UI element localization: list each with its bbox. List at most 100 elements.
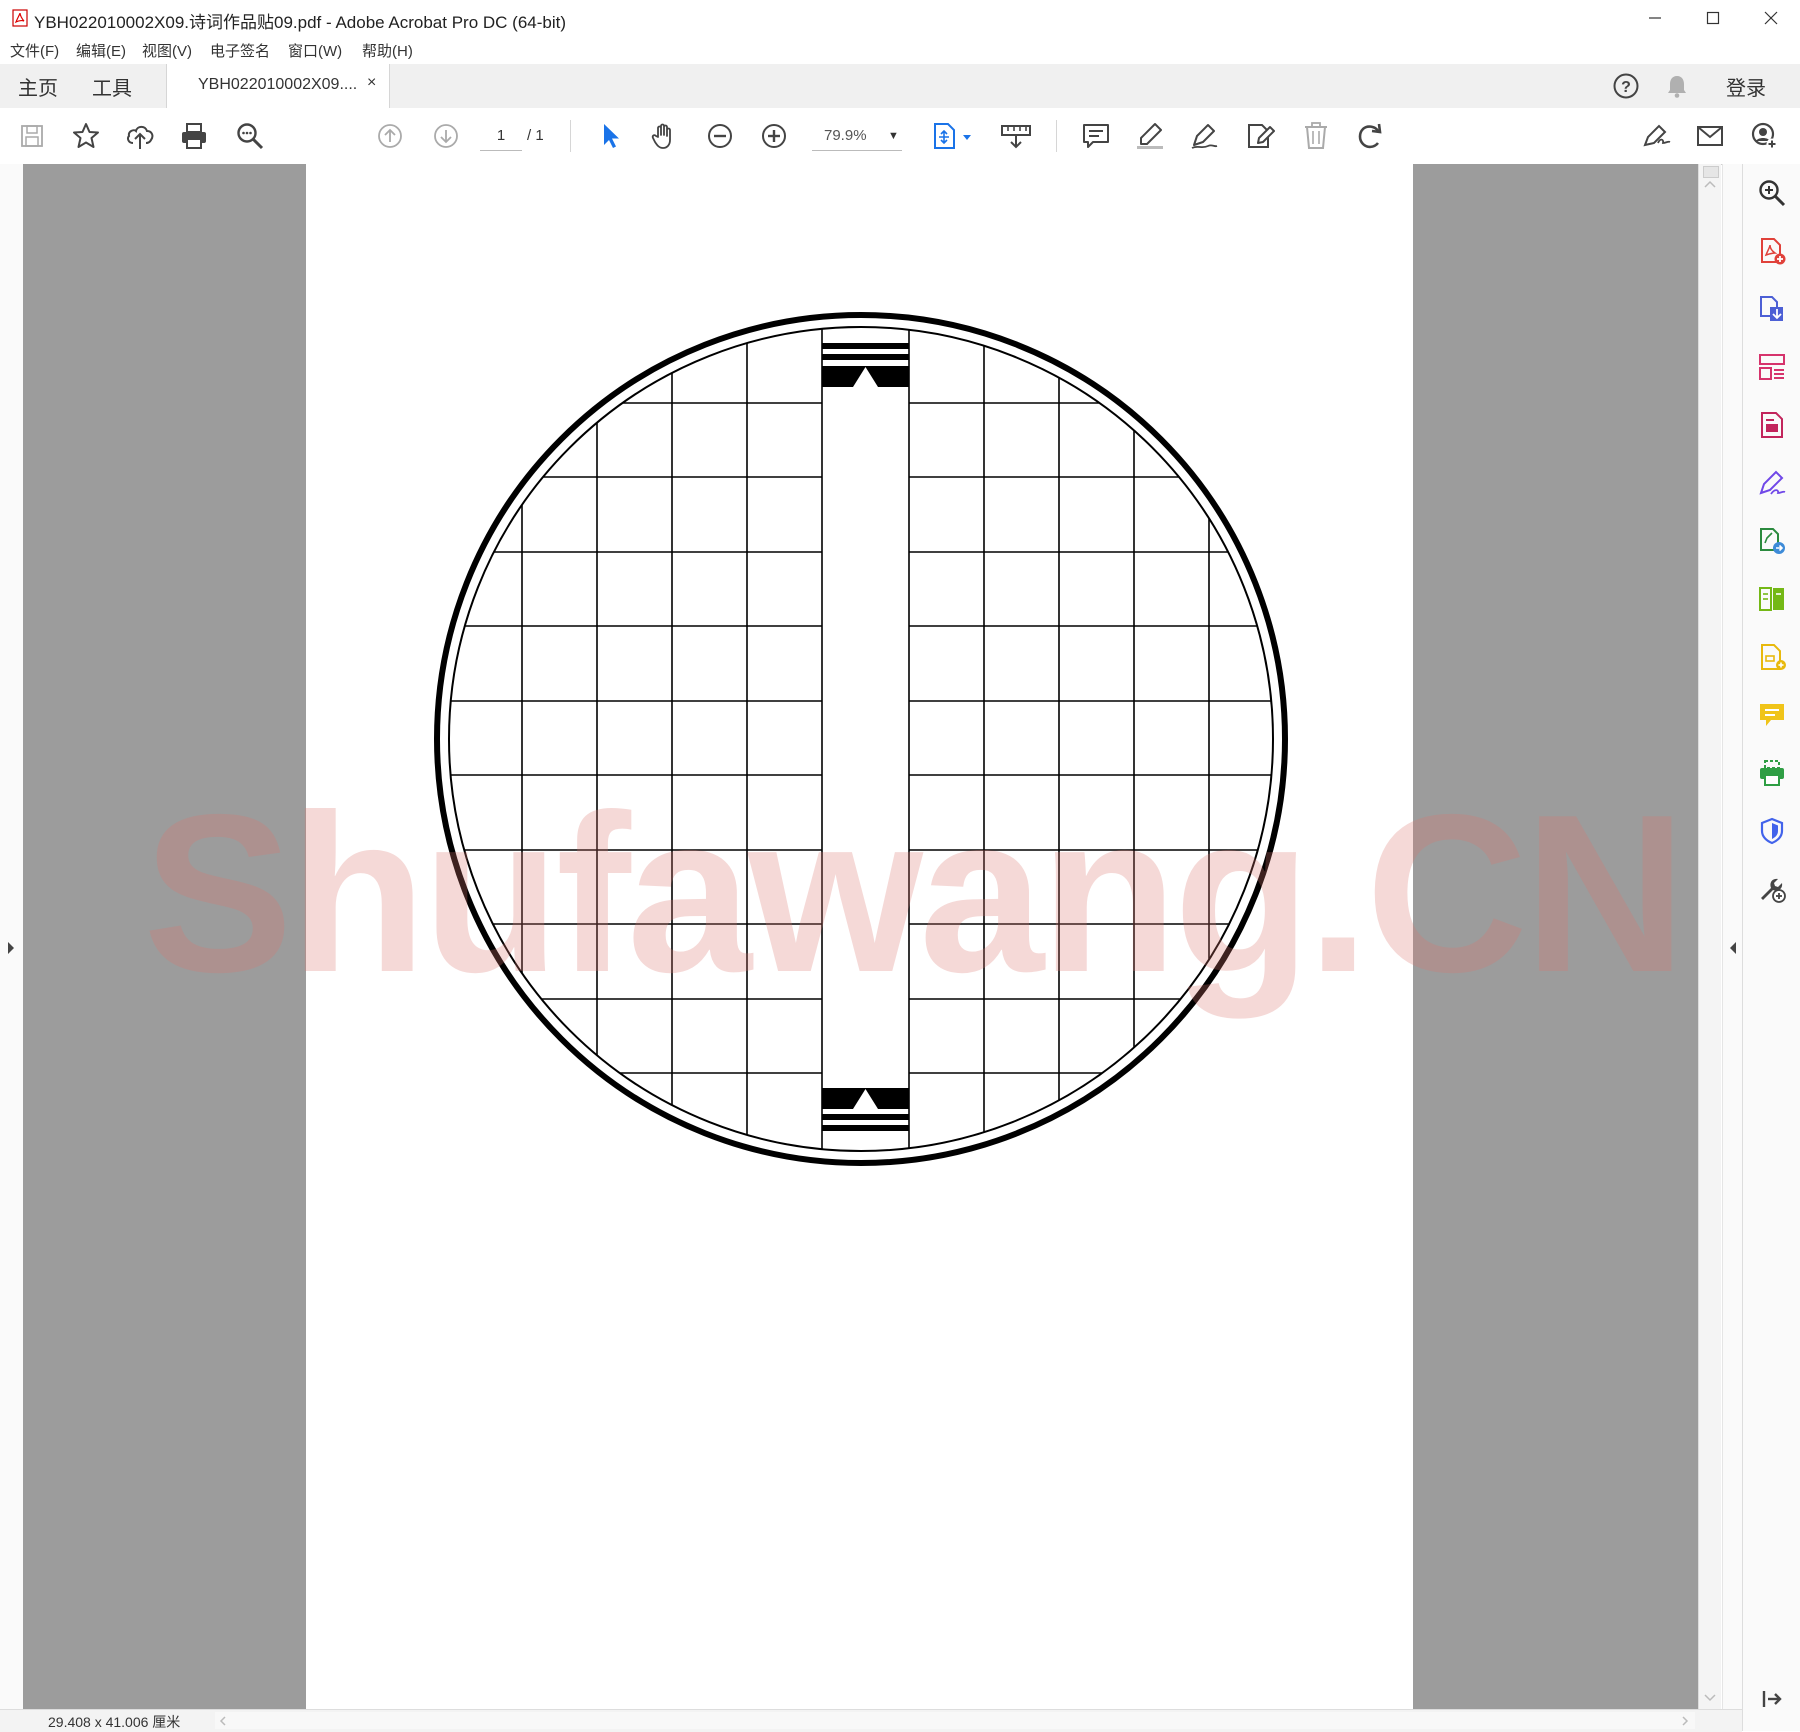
column-bottom-ornament xyxy=(822,1088,909,1131)
trash-icon xyxy=(1305,122,1327,149)
maximize-button[interactable] xyxy=(1684,0,1742,36)
highlighter-icon xyxy=(1137,123,1163,149)
login-button[interactable]: 登录 xyxy=(1726,72,1766,101)
print-button[interactable] xyxy=(178,120,210,152)
previous-page-button[interactable] xyxy=(374,120,406,152)
tool-create-pdf[interactable] xyxy=(1757,236,1787,266)
share-user-button[interactable] xyxy=(1748,120,1780,152)
fill-sign-button[interactable] xyxy=(1640,120,1672,152)
minimize-button[interactable] xyxy=(1626,0,1684,36)
pdf-page xyxy=(306,164,1413,1709)
edit-document-icon xyxy=(1248,124,1275,148)
search-icon xyxy=(237,123,264,150)
menu-file[interactable]: 文件(F) xyxy=(10,40,59,61)
expand-left-panel-icon[interactable] xyxy=(6,940,16,956)
tool-export-pdf[interactable] xyxy=(1757,294,1787,324)
arrow-up-circle-icon xyxy=(378,124,402,148)
vertical-scrollbar[interactable] xyxy=(1698,164,1721,1709)
hand-tool-button[interactable] xyxy=(648,120,680,152)
highlight-button[interactable] xyxy=(1134,120,1166,152)
create-pdf-icon xyxy=(1761,238,1786,265)
save-icon xyxy=(21,125,43,147)
document-viewer[interactable]: Shufawang.CN xyxy=(23,164,1698,1709)
collapse-tools-pane-button[interactable] xyxy=(1757,1684,1787,1714)
menu-esign[interactable]: 电子签名 xyxy=(210,40,270,61)
zoom-in-button[interactable] xyxy=(758,120,790,152)
right-panel-collapse-strip xyxy=(1722,164,1743,1709)
tool-fill-sign[interactable] xyxy=(1757,468,1787,498)
tool-compare-files[interactable] xyxy=(1757,584,1787,614)
menu-window[interactable]: 窗口(W) xyxy=(288,40,342,61)
help-button[interactable]: ? xyxy=(1612,64,1640,108)
document-tab-close-button[interactable]: × xyxy=(367,74,376,92)
tab-home[interactable]: 主页 xyxy=(18,72,58,101)
menu-help[interactable]: 帮助(H) xyxy=(362,40,413,61)
comment-icon xyxy=(1760,704,1784,726)
save-button[interactable] xyxy=(16,120,48,152)
edit-pdf-icon xyxy=(1761,412,1783,438)
circular-grid-artwork xyxy=(434,312,1288,1166)
help-glyph: ? xyxy=(1621,79,1631,96)
scroll-left-icon[interactable] xyxy=(219,1716,227,1726)
tool-create-form[interactable] xyxy=(1757,642,1787,672)
document-tab-label: YBH022010002X09.... xyxy=(198,76,358,93)
select-tool-button[interactable] xyxy=(594,120,626,152)
measure-tool-button[interactable] xyxy=(998,120,1034,152)
arrow-down-circle-icon xyxy=(434,124,458,148)
delete-button[interactable] xyxy=(1300,120,1332,152)
find-button[interactable] xyxy=(234,120,266,152)
tool-edit-pdf[interactable] xyxy=(1757,410,1787,440)
bookmark-button[interactable] xyxy=(70,120,102,152)
minimize-icon xyxy=(1649,17,1661,19)
tool-print-production[interactable] xyxy=(1757,758,1787,788)
zoom-out-button[interactable] xyxy=(704,120,736,152)
tool-protect[interactable] xyxy=(1757,816,1787,846)
upload-cloud-button[interactable] xyxy=(124,120,156,152)
edit-text-button[interactable] xyxy=(1244,120,1276,152)
scroll-up-icon[interactable] xyxy=(1704,180,1716,188)
email-button[interactable] xyxy=(1694,120,1726,152)
draw-button[interactable] xyxy=(1188,120,1220,152)
scroll-right-icon[interactable] xyxy=(1681,1716,1689,1726)
toolbar-divider xyxy=(570,120,571,152)
grid-lines xyxy=(449,327,1273,1151)
cloud-upload-icon xyxy=(127,125,154,149)
tool-comment[interactable] xyxy=(1757,700,1787,730)
menu-bar: 文件(F) 编辑(E) 视图(V) 电子签名 窗口(W) 帮助(H) xyxy=(0,36,1800,65)
help-icon: ? xyxy=(1613,73,1639,99)
pen-icon xyxy=(1191,124,1218,149)
page-number-input[interactable]: 1 xyxy=(480,122,522,151)
tool-send-for-signature[interactable] xyxy=(1757,526,1787,556)
tool-more-tools[interactable] xyxy=(1757,874,1787,904)
tab-bar: 主页 工具 YBH022010002X09.... × ? 登录 xyxy=(0,64,1800,109)
comment-icon xyxy=(1083,124,1109,148)
star-icon xyxy=(73,123,99,148)
notifications-button[interactable] xyxy=(1664,64,1690,108)
next-page-button[interactable] xyxy=(430,120,462,152)
page-fit-button[interactable] xyxy=(930,120,974,152)
chevron-down-icon: ▼ xyxy=(888,130,899,142)
collapse-right-panel-icon[interactable] xyxy=(1728,940,1738,956)
tab-document[interactable]: YBH022010002X09.... × xyxy=(166,64,390,109)
rotate-button[interactable] xyxy=(1354,120,1386,152)
inner-circle xyxy=(448,326,1274,1152)
protect-icon xyxy=(1760,817,1784,845)
tab-tools[interactable]: 工具 xyxy=(92,72,132,101)
scroll-down-icon[interactable] xyxy=(1704,1694,1716,1702)
tool-organize-pages[interactable] xyxy=(1757,352,1787,382)
collapse-pane-icon xyxy=(1762,1691,1782,1707)
search-zoom-icon xyxy=(1759,180,1786,207)
zoom-level-select[interactable]: 79.9% ▼ xyxy=(812,122,902,151)
close-button[interactable] xyxy=(1742,0,1800,36)
horizontal-scrollbar[interactable] xyxy=(215,1712,1695,1729)
comment-button[interactable] xyxy=(1080,120,1112,152)
menu-view[interactable]: 视图(V) xyxy=(142,40,192,61)
cursor-arrow-icon xyxy=(604,124,619,148)
title-bar: YBH022010002X09.诗词作品贴09.pdf - Adobe Acro… xyxy=(0,0,1800,37)
mail-icon xyxy=(1697,126,1723,146)
close-icon xyxy=(1764,11,1778,25)
menu-edit[interactable]: 编辑(E) xyxy=(76,40,126,61)
tool-search-zoom[interactable] xyxy=(1757,178,1787,208)
scrollbar-thumb[interactable] xyxy=(1703,166,1719,178)
right-tools-panel xyxy=(1742,164,1800,1731)
